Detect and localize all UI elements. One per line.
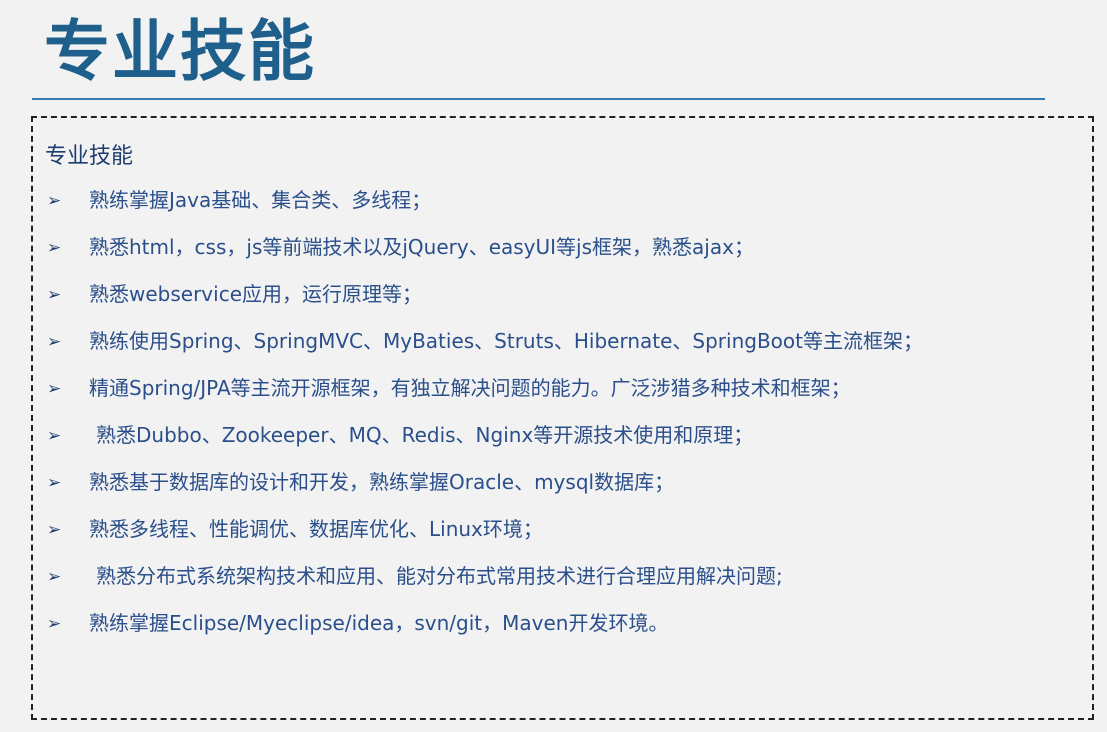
arrow-bullet-icon: ➢: [47, 567, 62, 587]
skill-text: 熟练掌握Eclipse/Myeclipse/idea，svn/git，Maven…: [89, 611, 669, 635]
arrow-bullet-icon: ➢: [47, 614, 62, 634]
skill-text: 熟悉html，css，js等前端技术以及jQuery、easyUI等js框架，熟…: [89, 235, 754, 259]
arrow-bullet-icon: ➢: [47, 379, 62, 399]
skill-text: 熟悉基于数据库的设计和开发，熟练掌握Oracle、mysql数据库；: [89, 470, 675, 494]
skills-panel: 专业技能 ➢ 熟练掌握Java基础、集合类、多线程； ➢ 熟悉html，css，…: [31, 116, 1094, 720]
page-title: 专业技能: [44, 13, 316, 90]
skill-text: 熟悉webservice应用，运行原理等；: [89, 282, 422, 306]
skill-text: 熟练掌握Java基础、集合类、多线程；: [89, 188, 432, 212]
arrow-bullet-icon: ➢: [47, 285, 62, 305]
arrow-bullet-icon: ➢: [47, 238, 62, 258]
arrow-bullet-icon: ➢: [47, 191, 62, 211]
arrow-bullet-icon: ➢: [47, 426, 62, 446]
arrow-bullet-icon: ➢: [47, 520, 62, 540]
skill-text: 熟悉分布式系统架构技术和应用、能对分布式常用技术进行合理应用解决问题;: [96, 564, 783, 588]
skill-text: 熟练使用Spring、SpringMVC、MyBaties、Struts、Hib…: [89, 329, 923, 353]
arrow-bullet-icon: ➢: [47, 332, 62, 352]
section-heading: 专业技能: [45, 144, 134, 169]
title-divider: [32, 98, 1045, 100]
skill-text: 熟悉多线程、性能调优、数据库优化、Linux环境；: [89, 517, 543, 541]
arrow-bullet-icon: ➢: [47, 473, 62, 493]
skill-text: 精通Spring/JPA等主流开源框架，有独立解决问题的能力。广泛涉猎多种技术和…: [89, 376, 851, 400]
skill-text: 熟悉Dubbo、Zookeeper、MQ、Redis、Nginx等开源技术使用和…: [96, 423, 754, 447]
